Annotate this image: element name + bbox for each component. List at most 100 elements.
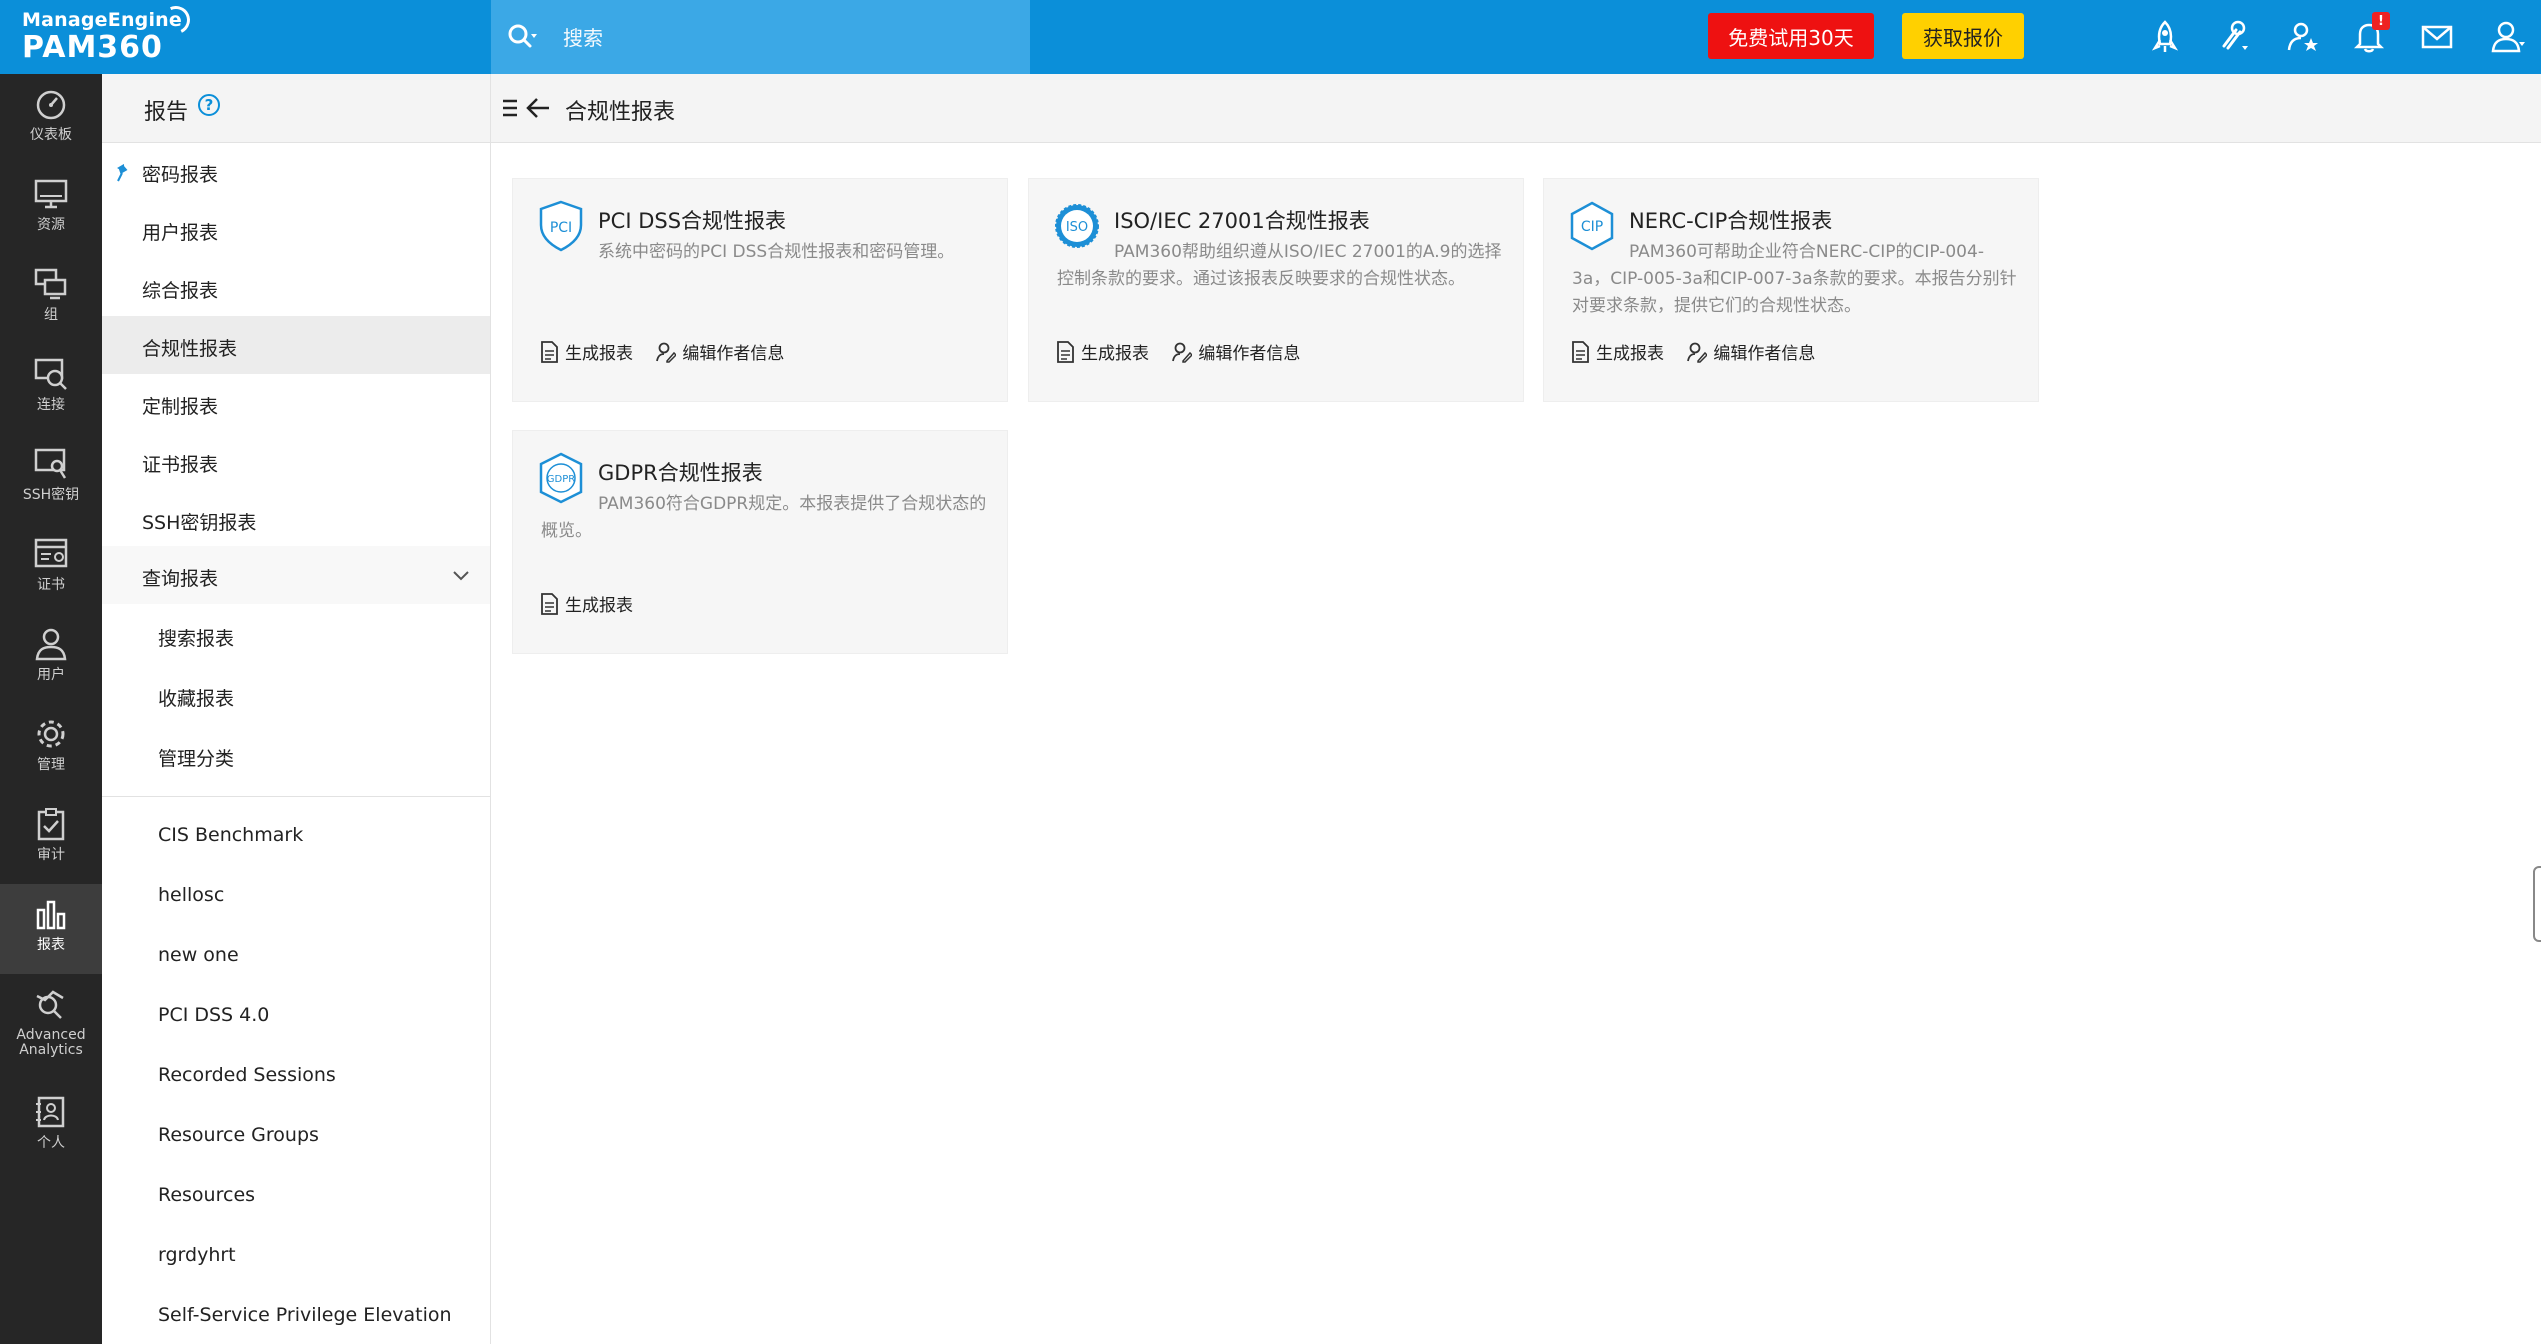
saved-report-item[interactable]: CIS Benchmark [102,806,490,864]
pin-icon[interactable] [116,164,132,182]
saved-report-label: hellosc [158,884,225,906]
saved-report-label: Resource Groups [158,1124,319,1146]
saved-report-item[interactable]: Resources [102,1166,490,1224]
nav-connections[interactable]: 连接 [0,344,102,434]
card-logo-text: CIP [1581,219,1603,235]
search-input[interactable] [561,20,1005,56]
sidebar-item-password-reports[interactable]: 密码报表 [102,142,490,200]
back-arrow-icon[interactable] [525,96,551,120]
monitor-icon [34,179,68,209]
user-star-icon[interactable] [2284,18,2322,56]
nav-label: SSH密钥 [22,487,80,503]
generate-report-label: 生成报表 [1081,344,1149,364]
saved-report-item[interactable]: hellosc [102,866,490,924]
user-edit-icon [656,342,677,363]
nav-resources[interactable]: 资源 [0,164,102,254]
gear-icon [37,720,65,748]
nav-label: 报表 [37,937,65,953]
brand-logo[interactable]: ManageEngine PAM360 [22,2,194,64]
left-nav: 仪表板 资源 组 连接 SSH密钥 证书 用户 管理 审计 报表 Advance… [0,74,102,1344]
sidebar-item-ssh-key-reports[interactable]: SSH密钥报表 [102,490,490,548]
search-icon[interactable] [505,20,539,54]
saved-report-label: rgrdyhrt [158,1244,236,1266]
card-title[interactable]: GDPR合规性报表 [598,457,763,487]
generate-report-button[interactable]: 生成报表 [539,591,633,616]
saved-report-label: CIS Benchmark [158,824,304,846]
saved-report-item[interactable]: PCI DSS 4.0 [102,986,490,1044]
notification-bell-icon[interactable]: ! [2350,12,2390,56]
nav-label: 组 [44,307,58,323]
get-quote-button[interactable]: 获取报价 [1902,13,2024,59]
edit-author-label: 编辑作者信息 [1713,344,1816,364]
dashboard-icon [36,90,66,120]
nav-certificates[interactable]: 证书 [0,524,102,614]
nav-audit[interactable]: 审计 [0,794,102,884]
card-title[interactable]: NERC-CIP合规性报表 [1629,205,1832,235]
link-settings-icon[interactable] [2214,18,2252,56]
nav-label: 用户 [37,667,65,683]
card-title[interactable]: ISO/IEC 27001合规性报表 [1114,205,1370,235]
sidebar-item-user-reports[interactable]: 用户报表 [102,200,490,258]
report-card-pci-dss: PCI PCI DSS合规性报表 系统中密码的PCI DSS合规性报表和密码管理… [512,178,1008,402]
sidebar-item-custom-reports[interactable]: 定制报表 [102,374,490,432]
nav-ssh-keys[interactable]: SSH密钥 [0,434,102,524]
document-icon [1572,340,1589,363]
chevron-down-icon[interactable] [452,570,470,582]
card-description: PAM360帮助组织遵从ISO/IEC 27001的A.9的选择控制条款的要求。… [1057,242,1502,289]
saved-report-item[interactable]: new one [102,926,490,984]
search-box [491,0,1030,74]
rocket-icon[interactable] [2146,18,2184,56]
nav-reports[interactable]: 报表 [0,884,102,974]
main-header: 合规性报表 [491,74,2541,143]
sidebar-item-label: 综合报表 [142,280,219,302]
sidebar-subitem-manage-categories[interactable]: 管理分类 [102,726,490,784]
saved-report-item[interactable]: rgrdyhrt [102,1226,490,1284]
menu-icon[interactable] [501,96,523,120]
sidebar-subitem-search-reports[interactable]: 搜索报表 [102,606,490,664]
nav-advanced-analytics[interactable]: Advanced Analytics [0,974,102,1064]
sidebar-item-query-reports[interactable]: 查询报表 [102,546,490,604]
nav-admin[interactable]: 管理 [0,704,102,794]
card-description: PAM360可帮助企业符合NERC-CIP的CIP-004-3a，CIP-005… [1572,242,2017,316]
generate-report-label: 生成报表 [1596,344,1664,364]
edit-author-button[interactable]: 编辑作者信息 [1687,339,1815,364]
sidebar-divider [102,796,490,797]
card-title[interactable]: PCI DSS合规性报表 [598,205,786,235]
nav-dashboard[interactable]: 仪表板 [0,74,102,164]
help-icon[interactable]: ? [198,94,220,116]
edit-author-label: 编辑作者信息 [1198,344,1301,364]
sidebar-item-label: 管理分类 [158,748,235,770]
sidebar-item-general-reports[interactable]: 综合报表 [102,258,490,316]
nav-groups[interactable]: 组 [0,254,102,344]
saved-report-item[interactable]: Recorded Sessions [102,1046,490,1104]
profile-icon[interactable] [2490,18,2528,56]
saved-report-item[interactable]: Self-Service Privilege Elevation [102,1286,490,1344]
generate-report-button[interactable]: 生成报表 [1055,339,1149,364]
saved-report-item[interactable]: Resource Groups [102,1106,490,1164]
nav-label: 证书 [37,577,65,593]
edit-author-button[interactable]: 编辑作者信息 [656,339,784,364]
nav-personal[interactable]: 个人 [0,1082,102,1172]
side-panel-title: 报告 [144,100,189,125]
sidebar-item-label: 用户报表 [142,222,219,244]
reports-side-panel: 报告 ? 密码报表 用户报表 综合报表 合规性报表 定制报表 证书报表 SSH密… [102,74,491,1344]
sidebar-subitem-favorite-reports[interactable]: 收藏报表 [102,666,490,724]
document-icon [1057,340,1074,363]
card-logo-text: GDPR [547,474,575,485]
card-description: 系统中密码的PCI DSS合规性报表和密码管理。 [598,242,955,262]
mail-icon[interactable] [2418,18,2456,56]
bar-chart-icon [36,900,66,930]
user-icon [35,628,67,661]
nav-users[interactable]: 用户 [0,614,102,704]
generate-report-button[interactable]: 生成报表 [539,339,633,364]
scroll-handle[interactable] [2533,866,2541,942]
sidebar-item-label: 查询报表 [142,568,219,590]
sidebar-item-compliance-reports[interactable]: 合规性报表 [102,316,490,374]
free-trial-button[interactable]: 免费试用30天 [1708,13,1874,59]
generate-report-button[interactable]: 生成报表 [1570,339,1664,364]
audit-icon [37,808,65,841]
edit-author-button[interactable]: 编辑作者信息 [1172,339,1300,364]
document-icon [541,340,558,363]
sidebar-item-certificate-reports[interactable]: 证书报表 [102,432,490,490]
notification-badge: ! [2372,12,2390,30]
